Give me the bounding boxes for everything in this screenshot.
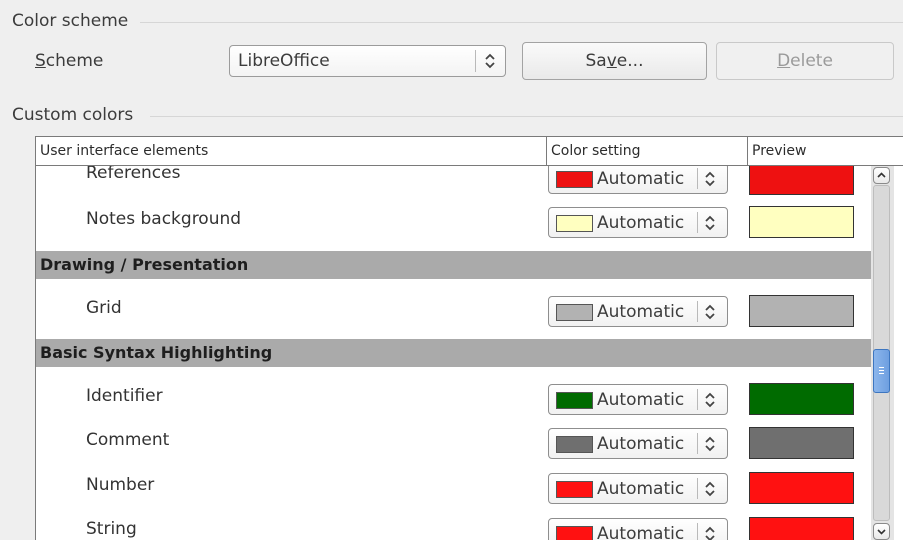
scroll-thumb[interactable] xyxy=(873,349,890,393)
scroll-down-button[interactable] xyxy=(873,523,890,540)
color-scheme-frame-line xyxy=(140,22,903,23)
grip-line xyxy=(879,373,884,374)
category-row-basic-syntax-highlighting[interactable]: Basic Syntax Highlighting xyxy=(36,339,871,367)
custom-colors-frame-line xyxy=(150,116,903,117)
dropdown-separator xyxy=(697,389,698,410)
color-setting-value: Automatic xyxy=(597,302,685,322)
color-setting-dropdown[interactable]: Automatic xyxy=(548,296,728,327)
color-preview xyxy=(749,206,854,238)
list-item-label: Notes background xyxy=(86,209,242,229)
column-header-preview[interactable]: Preview xyxy=(748,137,903,165)
color-setting-dropdown[interactable]: Automatic xyxy=(548,428,728,459)
color-setting-dropdown[interactable]: Automatic xyxy=(548,473,728,504)
scheme-dropdown-value: LibreOffice xyxy=(238,51,330,71)
color-setting-value: Automatic xyxy=(597,524,685,540)
updown-arrows-icon xyxy=(705,526,715,540)
list-item-label: String xyxy=(86,519,137,539)
color-preview xyxy=(749,472,854,504)
color-swatch xyxy=(556,304,593,321)
table-body: References Automatic Notes background Au… xyxy=(36,166,871,540)
color-setting-dropdown[interactable]: Automatic xyxy=(548,384,728,415)
dropdown-separator xyxy=(697,433,698,454)
color-setting-dropdown[interactable]: Automatic xyxy=(548,518,728,540)
color-swatch xyxy=(556,436,593,453)
dropdown-separator xyxy=(697,523,698,540)
dropdown-separator xyxy=(697,301,698,322)
color-setting-dropdown[interactable]: Automatic xyxy=(548,166,728,194)
updown-arrows-icon xyxy=(705,171,715,187)
save-button[interactable]: Save... xyxy=(522,42,707,80)
color-scheme-title: Color scheme xyxy=(12,11,135,31)
grip-line xyxy=(879,370,884,371)
scroll-up-button[interactable] xyxy=(873,167,890,184)
color-swatch xyxy=(556,171,593,188)
updown-arrows-icon xyxy=(705,481,715,497)
color-swatch xyxy=(556,526,593,540)
color-setting-value: Automatic xyxy=(597,213,685,233)
vertical-scrollbar[interactable] xyxy=(871,166,894,540)
category-row-drawing-presentation[interactable]: Drawing / Presentation xyxy=(36,251,871,279)
list-item-label: Comment xyxy=(86,430,170,450)
dropdown-separator xyxy=(697,212,698,233)
list-item-label: Identifier xyxy=(86,386,163,406)
custom-colors-table: User interface elements Color setting Pr… xyxy=(35,136,903,540)
delete-button[interactable]: Delete xyxy=(716,42,894,80)
chevron-up-icon xyxy=(877,172,886,178)
color-setting-value: Automatic xyxy=(597,479,685,499)
list-item-label: References xyxy=(86,166,181,183)
color-preview xyxy=(749,295,854,327)
list-item-label: Number xyxy=(86,475,155,495)
list-item-label: Grid xyxy=(86,298,122,318)
scheme-dropdown[interactable]: LibreOffice xyxy=(229,45,506,77)
color-preview xyxy=(749,383,854,415)
updown-arrows-icon xyxy=(705,436,715,452)
color-setting-value: Automatic xyxy=(597,434,685,454)
color-swatch xyxy=(556,392,593,409)
color-swatch xyxy=(556,215,593,232)
dropdown-separator xyxy=(697,478,698,499)
column-header-color-setting[interactable]: Color setting xyxy=(547,137,748,165)
chevron-down-icon xyxy=(877,529,886,535)
updown-arrows-icon xyxy=(705,304,715,320)
updown-arrows-icon xyxy=(705,215,715,231)
scheme-dropdown-separator xyxy=(475,50,476,72)
table-header: User interface elements Color setting Pr… xyxy=(36,137,903,166)
grip-line xyxy=(879,367,884,368)
color-preview xyxy=(749,166,854,195)
color-preview xyxy=(749,427,854,459)
column-header-elements[interactable]: User interface elements xyxy=(36,137,547,165)
color-setting-value: Automatic xyxy=(597,390,685,410)
color-preview xyxy=(749,517,854,540)
updown-arrows-icon xyxy=(485,53,495,69)
color-setting-value: Automatic xyxy=(597,169,685,189)
dropdown-separator xyxy=(697,168,698,189)
scheme-label: Scheme xyxy=(35,51,104,71)
color-setting-dropdown[interactable]: Automatic xyxy=(548,207,728,238)
color-swatch xyxy=(556,481,593,498)
custom-colors-title: Custom colors xyxy=(12,105,140,125)
updown-arrows-icon xyxy=(705,392,715,408)
